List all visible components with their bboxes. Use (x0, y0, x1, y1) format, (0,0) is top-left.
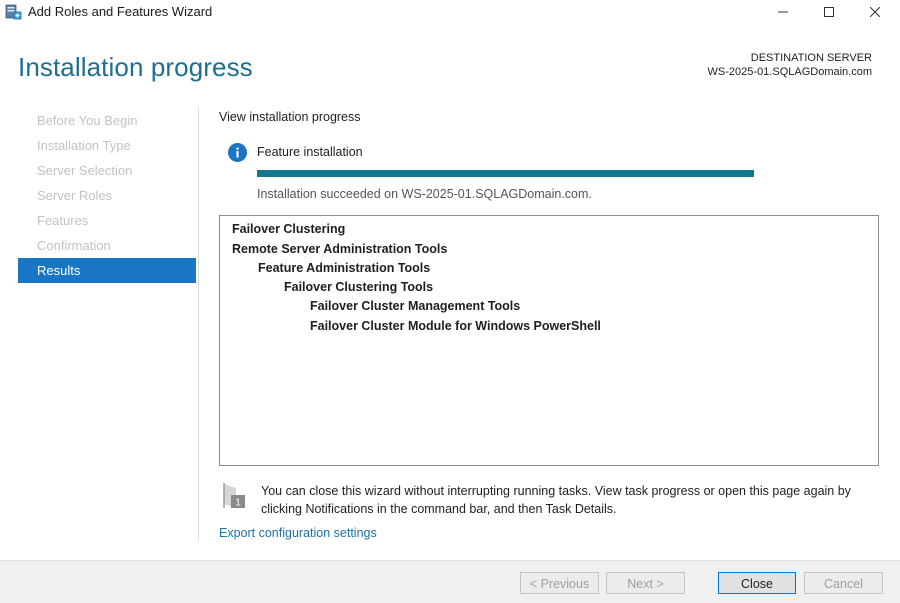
destination-server-name: WS-2025-01.SQLAGDomain.com (707, 66, 872, 78)
close-icon (870, 7, 880, 17)
cancel-button[interactable]: Cancel (804, 572, 883, 594)
installation-status-text: Installation succeeded on WS-2025-01.SQL… (257, 187, 592, 201)
result-item: Feature Administration Tools (258, 261, 431, 275)
info-icon (228, 143, 247, 162)
feature-installation-label: Feature installation (257, 145, 363, 159)
window-title: Add Roles and Features Wizard (28, 4, 213, 19)
notification-badge-number: 1 (235, 498, 241, 509)
result-item: Failover Cluster Management Tools (310, 299, 521, 313)
notification-message: You can close this wizard without interr… (261, 484, 851, 516)
result-item: Failover Cluster Module for Windows Powe… (310, 319, 601, 333)
title-bar: Add Roles and Features Wizard (0, 0, 900, 24)
nav-item-server-roles: Server Roles (37, 188, 113, 203)
view-progress-label: View installation progress (219, 110, 361, 124)
server-wizard-icon (5, 4, 22, 20)
installation-progress-bar (257, 170, 754, 177)
nav-item-features: Features (37, 213, 89, 228)
result-item: Failover Clustering Tools (284, 280, 434, 294)
nav-item-installation-type: Installation Type (37, 138, 131, 153)
wizard-steps-nav: Before You Begin Installation Type Serve… (18, 108, 196, 283)
export-configuration-link[interactable]: Export configuration settings (219, 526, 377, 540)
progress-bar-fill (257, 170, 754, 177)
nav-item-confirmation: Confirmation (37, 238, 111, 253)
nav-item-before-you-begin: Before You Begin (37, 113, 138, 128)
nav-divider (198, 108, 199, 540)
next-button[interactable]: Next > (606, 572, 685, 594)
close-button[interactable]: Close (718, 572, 796, 594)
maximize-icon (824, 7, 834, 17)
close-window-button[interactable] (852, 0, 898, 24)
result-item: Remote Server Administration Tools (232, 242, 448, 256)
maximize-button[interactable] (806, 0, 852, 24)
minimize-icon (778, 11, 788, 13)
previous-button[interactable]: < Previous (520, 572, 599, 594)
nav-item-server-selection: Server Selection (37, 163, 133, 178)
minimize-button[interactable] (760, 0, 806, 24)
destination-server-label: DESTINATION SERVER (750, 52, 872, 64)
results-list[interactable]: Failover Clustering Remote Server Admini… (219, 215, 879, 466)
result-item: Failover Clustering (232, 222, 346, 236)
nav-item-results[interactable]: Results (18, 258, 196, 283)
page-title: Installation progress (18, 52, 253, 82)
notification-flag-icon: 1 (223, 483, 245, 509)
